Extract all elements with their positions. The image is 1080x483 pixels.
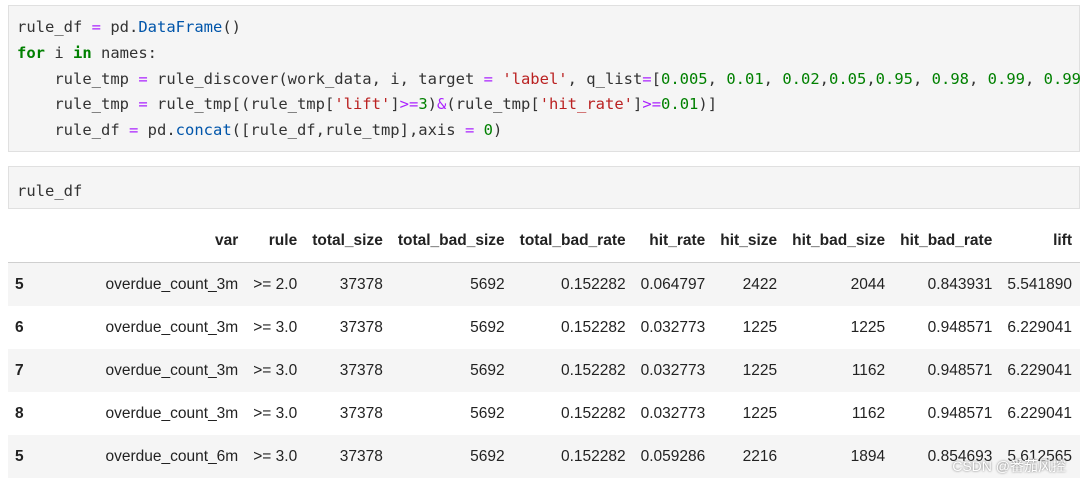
cell-rule: >= 3.0: [253, 318, 298, 336]
index-header: [8, 219, 83, 263]
column-header-total-bad-size: total_bad_size: [390, 219, 513, 263]
cell-hit-size: 1225: [742, 318, 778, 336]
cell-total-bad-size: 5692: [470, 318, 505, 336]
cell-total-bad-rate: 0.152282: [560, 447, 626, 465]
cell-total-bad-size: 5692: [470, 361, 505, 379]
table-row: 8 overdue_count_3m >= 3.0 37378 5692 0.1…: [8, 392, 1080, 435]
code-line: for i in names:: [17, 43, 157, 62]
cell-total-bad-size: 5692: [470, 447, 505, 465]
column-header-var: var: [82, 219, 247, 263]
cell-lift: 6.229041: [1007, 318, 1072, 336]
row-index: 5: [15, 275, 24, 293]
cell-hit-bad-rate: 0.948571: [927, 318, 993, 336]
cell-total-bad-rate: 0.152282: [560, 275, 626, 293]
column-header-hit-bad-size: hit_bad_size: [785, 219, 894, 263]
table-row: 5 overdue_count_3m >= 2.0 37378 5692 0.1…: [8, 262, 1080, 306]
cell-var: overdue_count_3m: [105, 361, 239, 379]
code-line: rule_tmp = rule_tmp[(rule_tmp['lift']>=3…: [17, 95, 718, 114]
code-line: rule_df: [17, 182, 83, 200]
cell-total-bad-size: 5692: [470, 275, 505, 293]
cell-rule: >= 3.0: [253, 447, 298, 465]
cell-var: overdue_count_3m: [105, 275, 239, 293]
cell-hit-size: 2216: [742, 447, 778, 465]
code-line: rule_df = pd.concat([rule_df,rule_tmp],a…: [17, 121, 503, 140]
cell-lift: 6.229041: [1007, 361, 1072, 379]
column-header-lift: lift: [1000, 219, 1080, 263]
row-index: 7: [15, 361, 24, 379]
cell-hit-rate: 0.032773: [640, 318, 706, 336]
cell-total-bad-size: 5692: [470, 404, 505, 422]
cell-lift: 5.541890: [1007, 275, 1072, 293]
cell-var: overdue_count_6m: [105, 447, 239, 465]
cell-total-bad-rate: 0.152282: [560, 404, 626, 422]
cell-lift: 6.229041: [1007, 404, 1072, 422]
cell-hit-bad-rate: 0.948571: [927, 361, 993, 379]
cell-hit-bad-size: 1162: [851, 404, 886, 422]
table-row: 6 overdue_count_3m >= 3.0 37378 5692 0.1…: [8, 306, 1080, 349]
column-header-hit-size: hit_size: [713, 219, 786, 263]
code-cell-display[interactable]: rule_df: [8, 166, 1080, 209]
row-index: 6: [15, 318, 24, 336]
cell-hit-rate: 0.059286: [640, 447, 706, 465]
cell-hit-rate: 0.064797: [640, 275, 706, 293]
cell-hit-rate: 0.032773: [640, 404, 706, 422]
watermark: CSDN @番茄风控: [952, 458, 1066, 474]
cell-hit-bad-size: 1225: [850, 318, 886, 336]
cell-rule: >= 2.0: [253, 275, 298, 293]
column-header-hit-bad-rate: hit_bad_rate: [893, 219, 1001, 263]
cell-hit-size: 1225: [742, 361, 778, 379]
cell-hit-rate: 0.032773: [640, 361, 706, 379]
cell-total-size: 37378: [339, 318, 383, 336]
cell-total-size: 37378: [339, 275, 383, 293]
cell-total-bad-rate: 0.152282: [560, 361, 626, 379]
cell-hit-bad-size: 1162: [851, 361, 886, 379]
row-index: 8: [15, 404, 24, 422]
cell-total-bad-rate: 0.152282: [560, 318, 626, 336]
cell-total-size: 37378: [339, 361, 383, 379]
column-header-total-bad-rate: total_bad_rate: [512, 219, 634, 263]
column-header-rule: rule: [246, 219, 306, 263]
cell-hit-bad-rate: 0.948571: [927, 404, 993, 422]
cell-total-size: 37378: [339, 404, 383, 422]
column-header-total-size: total_size: [305, 219, 391, 263]
cell-hit-size: 1225: [742, 404, 778, 422]
cell-hit-bad-rate: 0.843931: [927, 275, 993, 293]
table-header-row: var rule total_size total_bad_size total…: [8, 219, 1080, 263]
code-line: rule_tmp = rule_discover(work_data, i, t…: [17, 69, 1080, 88]
row-index: 5: [15, 447, 24, 465]
table-row: 7 overdue_count_3m >= 3.0 37378 5692 0.1…: [8, 349, 1080, 392]
dataframe-output: var rule total_size total_bad_size total…: [8, 219, 1080, 478]
cell-total-size: 37378: [339, 447, 383, 465]
cell-var: overdue_count_3m: [105, 318, 239, 336]
cell-hit-bad-size: 2044: [850, 275, 886, 293]
cell-hit-size: 2422: [742, 275, 778, 293]
cell-hit-bad-size: 1894: [850, 447, 886, 465]
table-row: 5 overdue_count_6m >= 3.0 37378 5692 0.1…: [8, 435, 1080, 478]
column-header-hit-rate: hit_rate: [633, 219, 714, 263]
code-cell-rule-discovery[interactable]: rule_df = pd.DataFrame() for i in names:…: [8, 5, 1080, 152]
cell-var: overdue_count_3m: [105, 404, 239, 422]
code-line: rule_df = pd.DataFrame(): [17, 18, 241, 36]
cell-rule: >= 3.0: [253, 404, 298, 422]
cell-rule: >= 3.0: [253, 361, 298, 379]
